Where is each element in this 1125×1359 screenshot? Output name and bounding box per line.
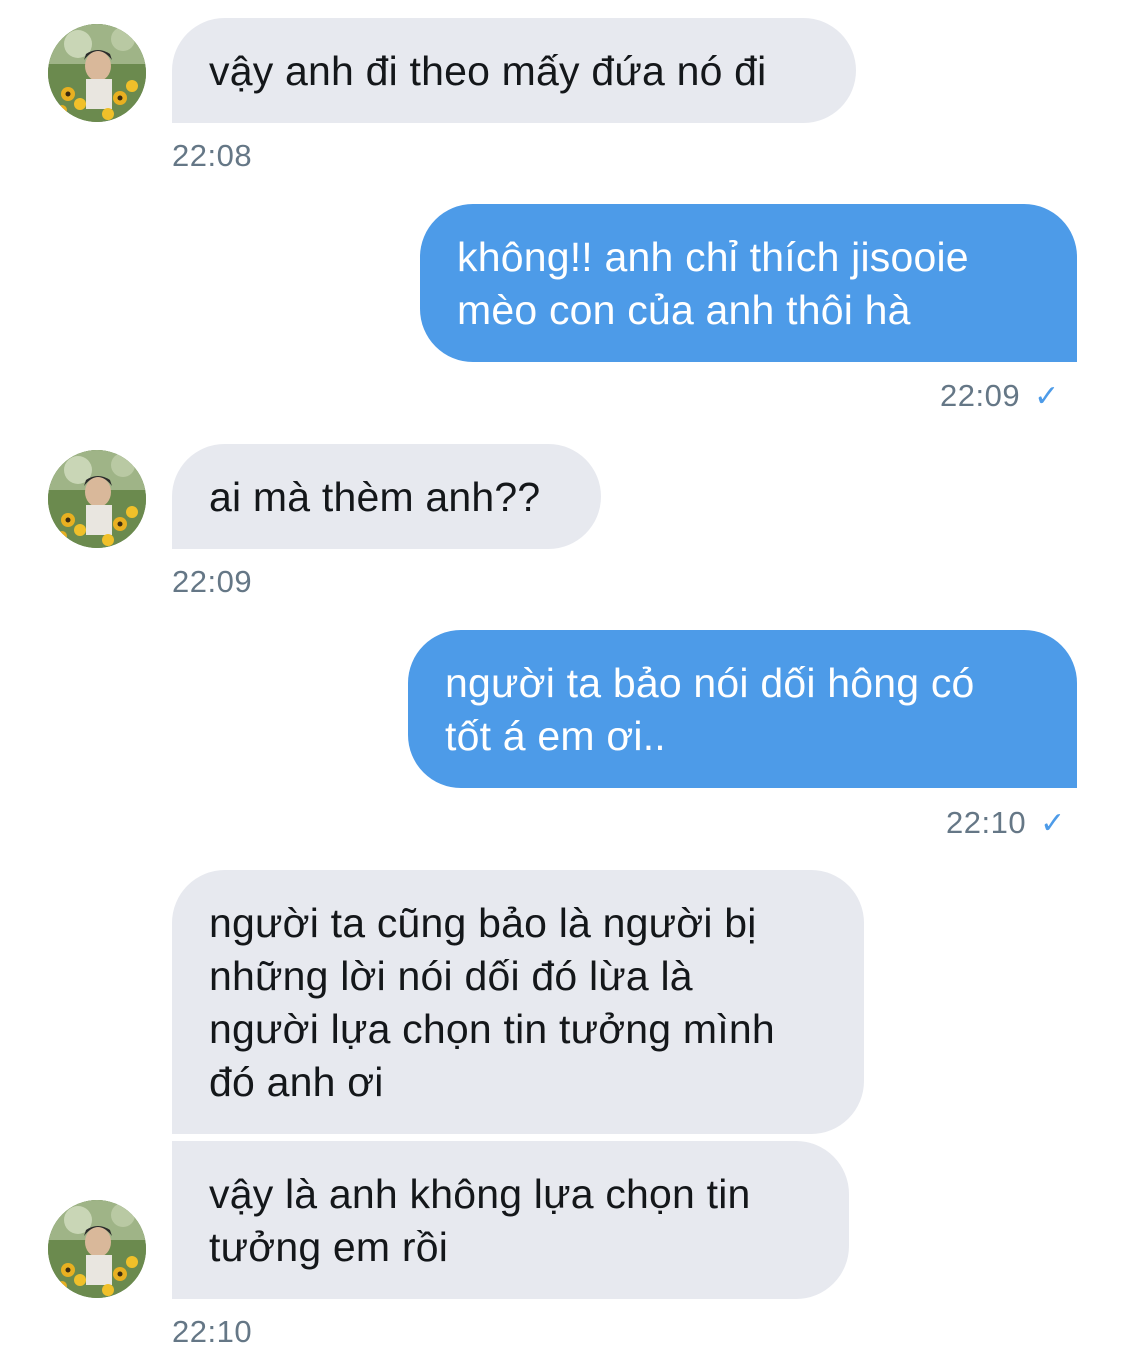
- check-icon: ✓: [1040, 807, 1066, 840]
- message-timestamp: 22:10: [172, 1314, 252, 1350]
- message-bubble-outgoing[interactable]: không!! anh chỉ thích jisooie mèo con củ…: [420, 204, 1077, 362]
- message-bubble-incoming[interactable]: người ta cũng bảo là người bị những lời …: [172, 870, 864, 1134]
- contact-avatar[interactable]: [48, 1200, 146, 1298]
- contact-avatar[interactable]: [48, 24, 146, 122]
- message-timestamp: 22:09: [172, 564, 252, 600]
- timestamp-text: 22:10: [946, 805, 1027, 840]
- timestamp-text: 22:09: [172, 564, 253, 599]
- timestamp-text: 22:10: [172, 1314, 253, 1349]
- timestamp-text: 22:09: [940, 378, 1021, 413]
- message-bubble-incoming[interactable]: vậy là anh không lựa chọn tin tưởng em r…: [172, 1141, 849, 1299]
- message-bubble-outgoing[interactable]: người ta bảo nói dối hông có tốt á em ơi…: [408, 630, 1077, 788]
- contact-avatar[interactable]: [48, 450, 146, 548]
- message-timestamp: 22:09 ✓: [940, 378, 1060, 415]
- check-icon: ✓: [1034, 380, 1060, 413]
- message-timestamp: 22:10 ✓: [946, 805, 1066, 842]
- message-bubble-incoming[interactable]: ai mà thèm anh??: [172, 444, 601, 549]
- message-bubble-incoming[interactable]: vậy anh đi theo mấy đứa nó đi: [172, 18, 856, 123]
- message-timestamp: 22:08: [172, 138, 252, 174]
- timestamp-text: 22:08: [172, 138, 253, 173]
